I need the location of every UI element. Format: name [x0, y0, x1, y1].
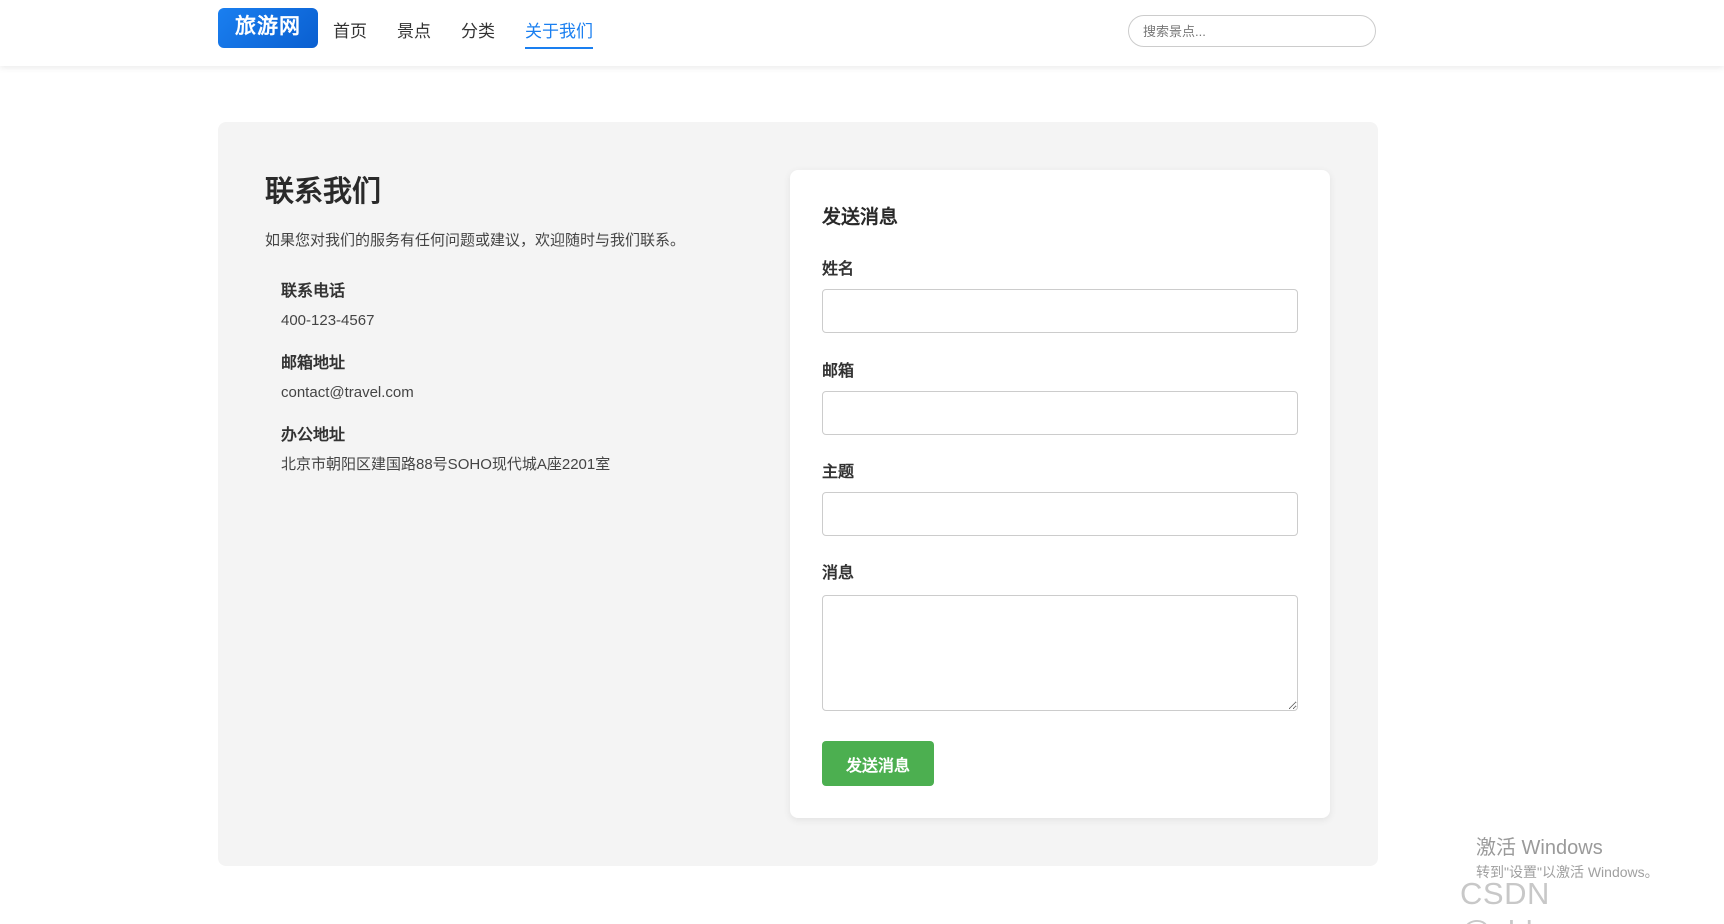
info-block-address: 办公地址 北京市朝阳区建国路88号SOHO现代城A座2201室: [281, 424, 745, 476]
name-field[interactable]: [822, 289, 1298, 333]
message-textarea[interactable]: [822, 595, 1298, 711]
contact-info-section: 联系我们 如果您对我们的服务有任何问题或建议，欢迎随时与我们联系。 联系电话 4…: [265, 172, 745, 476]
nav-item-home[interactable]: 首页: [333, 20, 367, 49]
nav-item-about[interactable]: 关于我们: [525, 20, 593, 49]
subject-label: 主题: [822, 464, 855, 481]
phone-label: 联系电话: [281, 283, 346, 300]
subject-field[interactable]: [822, 492, 1298, 536]
address-label: 办公地址: [281, 427, 346, 444]
csdn-watermark: CSDN @ybb_ymm: [1460, 876, 1629, 924]
email-field[interactable]: [822, 391, 1298, 435]
main-nav: 首页 景点 分类 关于我们: [333, 20, 593, 49]
nav-item-attractions[interactable]: 景点: [397, 20, 431, 49]
windows-activation-title: 激活 Windows: [1476, 837, 1603, 859]
name-label: 姓名: [822, 261, 855, 278]
email-value: contact@travel.com: [281, 384, 414, 401]
send-message-button[interactable]: 发送消息: [822, 741, 934, 786]
info-block-phone: 联系电话 400-123-4567: [281, 280, 745, 332]
form-title: 发送消息: [822, 207, 899, 228]
search-input[interactable]: [1128, 15, 1376, 47]
email-field-label: 邮箱: [822, 363, 855, 380]
message-label: 消息: [822, 565, 855, 582]
site-logo[interactable]: 旅游网: [218, 8, 318, 48]
info-block-email: 邮箱地址 contact@travel.com: [281, 352, 745, 404]
contact-title: 联系我们: [265, 176, 382, 208]
address-value: 北京市朝阳区建国路88号SOHO现代城A座2201室: [281, 456, 611, 473]
phone-value: 400-123-4567: [281, 312, 375, 329]
nav-item-categories[interactable]: 分类: [461, 20, 495, 49]
contact-description: 如果您对我们的服务有任何问题或建议，欢迎随时与我们联系。: [265, 232, 686, 249]
email-label: 邮箱地址: [281, 355, 346, 372]
top-navbar: 旅游网 首页 景点 分类 关于我们: [0, 0, 1724, 66]
